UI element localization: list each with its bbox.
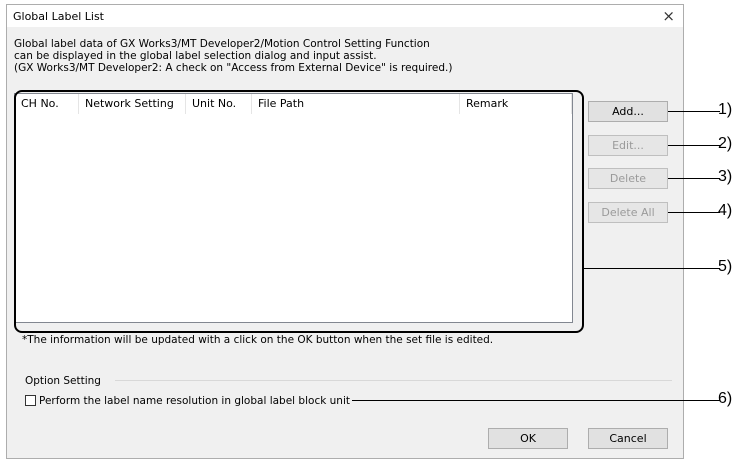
callout-label: 6) xyxy=(718,390,733,407)
edit-button[interactable]: Edit... xyxy=(588,135,668,156)
callout-label: 1) xyxy=(718,101,733,118)
callout-leader xyxy=(352,400,720,401)
add-button[interactable]: Add... xyxy=(588,101,668,122)
delete-all-button[interactable]: Delete All xyxy=(588,202,668,223)
description-line: Global label data of GX Works3/MT Develo… xyxy=(14,38,430,50)
description-line: can be displayed in the global label sel… xyxy=(14,50,377,62)
callout-label: 3) xyxy=(718,168,733,185)
callout-label: 4) xyxy=(718,202,733,219)
callout-leader xyxy=(668,111,720,112)
callout-leader xyxy=(668,145,720,146)
dialog-title: Global Label List xyxy=(13,10,104,23)
close-icon[interactable]: × xyxy=(662,7,675,25)
option-setting-title: Option Setting xyxy=(25,375,101,387)
description-text: Global label data of GX Works3/MT Develo… xyxy=(14,38,452,74)
title-bar: Global Label List × xyxy=(7,5,683,27)
callout-label: 2) xyxy=(718,135,733,152)
callout-leader xyxy=(668,178,720,179)
option-setting-divider xyxy=(115,380,672,381)
label-resolution-checkbox[interactable] xyxy=(25,395,36,406)
update-note: *The information will be updated with a … xyxy=(22,334,494,346)
delete-button[interactable]: Delete xyxy=(588,168,668,189)
label-resolution-checkbox-label[interactable]: Perform the label name resolution in glo… xyxy=(39,395,350,407)
description-line: (GX Works3/MT Developer2: A check on "Ac… xyxy=(14,62,453,74)
table-highlight-frame xyxy=(14,90,584,333)
ok-button[interactable]: OK xyxy=(488,428,568,449)
cancel-button[interactable]: Cancel xyxy=(588,428,668,449)
callout-leader xyxy=(582,268,720,269)
callout-label: 5) xyxy=(718,258,733,275)
callout-leader xyxy=(668,212,720,213)
